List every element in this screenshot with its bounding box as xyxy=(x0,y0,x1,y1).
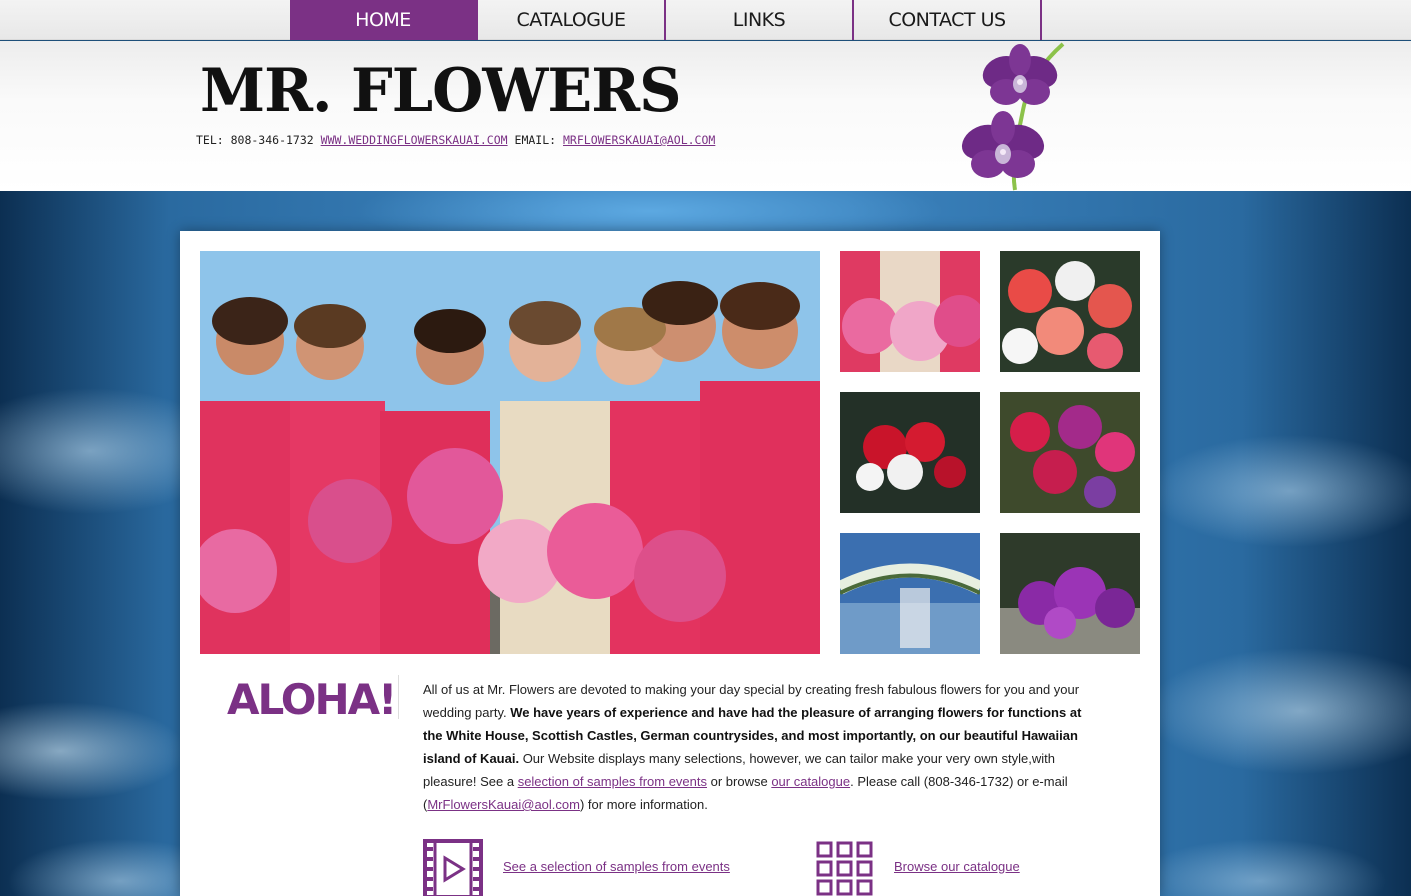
nav-contact-us[interactable]: CONTACT US xyxy=(854,0,1042,40)
nav-home[interactable]: HOME xyxy=(290,0,478,40)
thumb-mixed-bouquet-image xyxy=(1000,392,1140,513)
content-card: ALOHA! All of us at Mr. Flowers are devo… xyxy=(180,231,1160,896)
thumbnail-2[interactable] xyxy=(1000,251,1140,372)
thumb-roses-image xyxy=(1000,251,1140,372)
thumb-red-bouquet-image xyxy=(840,392,980,513)
catalogue-cta: Browse our catalogue xyxy=(816,841,1020,896)
nav-catalogue[interactable]: CATALOGUE xyxy=(478,0,666,40)
thumbnail-5[interactable] xyxy=(840,533,980,654)
email-label: EMAIL: xyxy=(514,133,557,147)
film-play-icon[interactable] xyxy=(423,839,483,896)
nav-links[interactable]: LINKS xyxy=(666,0,854,40)
orchid-icon xyxy=(961,42,1065,191)
contact-line: TEL: 808-346-1732 WWW.WEDDINGFLOWERSKAUA… xyxy=(196,133,715,147)
aloha-heading: ALOHA! xyxy=(227,675,397,724)
thumbnail-1[interactable] xyxy=(840,251,980,372)
thumb-bouquets-image xyxy=(840,251,980,372)
main-nav: HOME CATALOGUE LINKS CONTACT US xyxy=(290,0,1042,40)
thumbnail-3[interactable] xyxy=(840,392,980,513)
grid-icon[interactable] xyxy=(816,841,874,896)
hero-photo[interactable] xyxy=(200,251,820,654)
samples-cta: See a selection of samples from events xyxy=(423,839,730,896)
website-link[interactable]: WWW.WEDDINGFLOWERSKAUAI.COM xyxy=(321,133,508,147)
site-logo[interactable]: MR. FLOWERS xyxy=(200,58,682,124)
intro-paragraph: All of us at Mr. Flowers are devoted to … xyxy=(423,678,1103,816)
bridal-party-image xyxy=(200,251,820,654)
thumb-arch-image xyxy=(840,533,980,654)
email-inline-link[interactable]: MrFlowersKauai@aol.com xyxy=(427,797,580,812)
samples-cta-link[interactable]: See a selection of samples from events xyxy=(503,859,730,874)
intro-text-5: ) for more information. xyxy=(579,797,708,812)
email-link[interactable]: MRFLOWERSKAUAI@AOL.COM xyxy=(563,133,715,147)
intro-text-3: or browse xyxy=(707,774,772,789)
thumbnail-4[interactable] xyxy=(1000,392,1140,513)
tel-text: TEL: 808-346-1732 xyxy=(196,133,314,147)
samples-inline-link[interactable]: selection of samples from events xyxy=(518,774,707,789)
thumb-orchids-image xyxy=(1000,533,1140,654)
top-nav-bar: HOME CATALOGUE LINKS CONTACT US xyxy=(0,0,1411,40)
thumbnail-6[interactable] xyxy=(1000,533,1140,654)
heading-divider xyxy=(398,675,399,719)
catalogue-cta-link[interactable]: Browse our catalogue xyxy=(894,859,1020,874)
catalogue-inline-link[interactable]: our catalogue xyxy=(771,774,850,789)
